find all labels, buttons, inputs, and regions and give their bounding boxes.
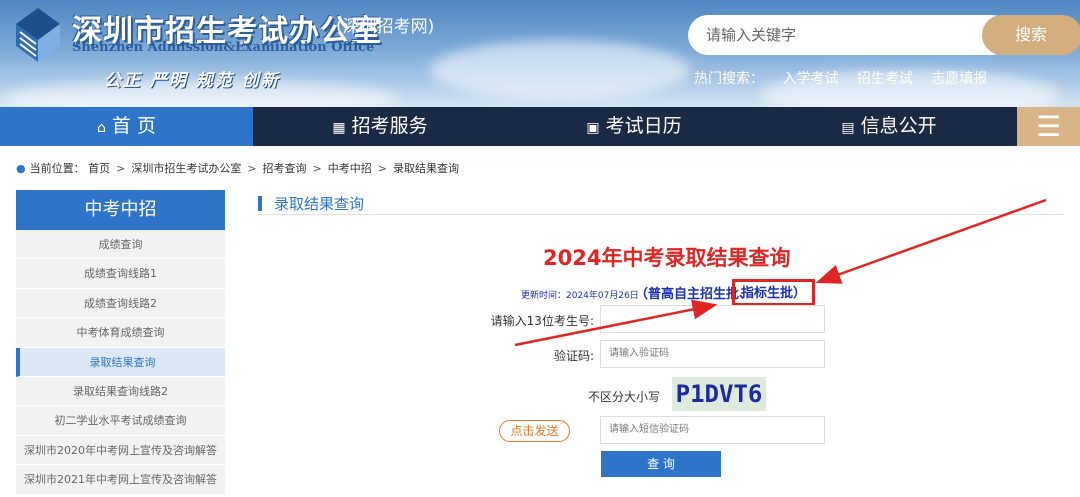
sidebar-item[interactable]: 录取结果查询线路2 (16, 376, 225, 407)
nav-item-home[interactable]: ⌂ 首 页 (0, 107, 253, 146)
sidebar-item[interactable]: 成绩查询线路2 (16, 288, 225, 319)
send-sms-button[interactable]: 点击发送 (499, 420, 570, 442)
sidebar-item-active[interactable]: 录取结果查询 (16, 347, 225, 377)
breadcrumb-link[interactable]: 首页 (88, 162, 110, 175)
sidebar-item[interactable]: 深圳市2021年中考网上宣传及咨询解答 (16, 465, 225, 495)
sidebar-header: 中考中招 (16, 190, 225, 230)
sidebar-item[interactable]: 成绩查询线路1 (16, 259, 225, 289)
exam-number-label: 请输入13位考生号: (490, 314, 594, 328)
document-icon: ▤ (841, 120, 855, 136)
grid-icon: ▦ (332, 120, 346, 136)
breadcrumb-separator: > (247, 162, 257, 175)
nav-item-info[interactable]: ▤ 信息公开 (761, 107, 1017, 146)
menu-icon[interactable]: ☰ (1017, 107, 1080, 146)
divider (258, 214, 1064, 215)
update-time: 更新时间：2024年07月26日 (521, 291, 639, 301)
sidebar-menu: 成绩查询 成绩查询线路1 成绩查询线路2 中考体育成绩查询 录取结果查询 录取结… (16, 230, 225, 495)
site-slogan: 公正 严明 规范 创新 (104, 71, 280, 91)
site-subtitle: (深圳招考网) (336, 17, 435, 37)
section-title: 录取结果查询 (258, 193, 364, 214)
captcha-label: 验证码: (553, 349, 594, 363)
captcha-input[interactable]: 请输入验证码 (600, 340, 825, 368)
query-button[interactable]: 查 询 (601, 451, 721, 477)
cloud-decoration (430, 40, 690, 100)
breadcrumb-current[interactable]: 录取结果查询 (393, 162, 459, 175)
query-title: 2024年中考录取结果查询 (543, 246, 791, 270)
breadcrumb-label: 当前位置： (29, 162, 85, 175)
site-header: 深圳市招生考试办公室 (深圳招考网) Shenzhen Admission&Ex… (0, 0, 1080, 107)
location-pin-icon: ● (16, 162, 26, 175)
page: 深圳市招生考试办公室 (深圳招考网) Shenzhen Admission&Ex… (0, 0, 1080, 497)
hot-search-link[interactable]: 招生考试 (857, 71, 913, 87)
breadcrumb-separator: > (377, 162, 387, 175)
hot-search-label: 热门搜索： (694, 71, 764, 87)
batch-highlight: 指标生批） (732, 279, 816, 306)
main-nav: ⌂ 首 页 ▦ 招考服务 ▣ 考试日历 ▤ 信息公开 ☰ (0, 107, 1080, 146)
logo-icon[interactable] (10, 4, 66, 66)
sidebar-item[interactable]: 初二学业水平考试成绩查询 (16, 406, 225, 436)
sms-code-input[interactable]: 请输入短信验证码 (600, 416, 825, 444)
breadcrumb-separator: > (116, 162, 126, 175)
hot-search: 热门搜索： 入学考试 招生考试 志愿填报 (694, 68, 1001, 88)
breadcrumb-link[interactable]: 深圳市招生考试办公室 (131, 162, 241, 175)
nav-item-calendar[interactable]: ▣ 考试日历 (507, 107, 761, 146)
arrow-annotation (815, 198, 1047, 284)
nav-label: 招考服务 (351, 115, 428, 137)
nav-item-services[interactable]: ▦ 招考服务 (253, 107, 507, 146)
search-input[interactable]: 请输入关键字 (688, 15, 1012, 55)
breadcrumb-separator: > (312, 162, 322, 175)
nav-label: 首 页 (111, 115, 156, 137)
hot-search-link[interactable]: 入学考试 (782, 71, 838, 87)
case-note: 不区分大小写 (587, 390, 660, 404)
nav-label: 信息公开 (860, 115, 937, 137)
sidebar-item[interactable]: 深圳市2020年中考网上宣传及咨询解答 (16, 435, 225, 466)
search-button[interactable]: 搜索 (982, 15, 1080, 55)
breadcrumb: ● 当前位置： 首页 > 深圳市招生考试办公室 > 招考查询 > 中考中招 > 录取结果查询 (16, 160, 459, 176)
home-icon: ⌂ (97, 120, 106, 136)
nav-label: 考试日历 (605, 115, 682, 137)
calendar-icon: ▣ (586, 120, 600, 136)
hot-search-link[interactable]: 志愿填报 (931, 71, 987, 87)
breadcrumb-link[interactable]: 招考查询 (263, 162, 307, 175)
breadcrumb-link[interactable]: 中考中招 (328, 162, 372, 175)
captcha-image[interactable]: P1DVT6 (672, 377, 766, 411)
sidebar-item[interactable]: 中考体育成绩查询 (16, 318, 225, 348)
exam-number-input[interactable] (600, 305, 825, 333)
site-title-english: Shenzhen Admission&Examination Office (72, 40, 375, 55)
sidebar-item[interactable]: 成绩查询 (16, 230, 225, 260)
